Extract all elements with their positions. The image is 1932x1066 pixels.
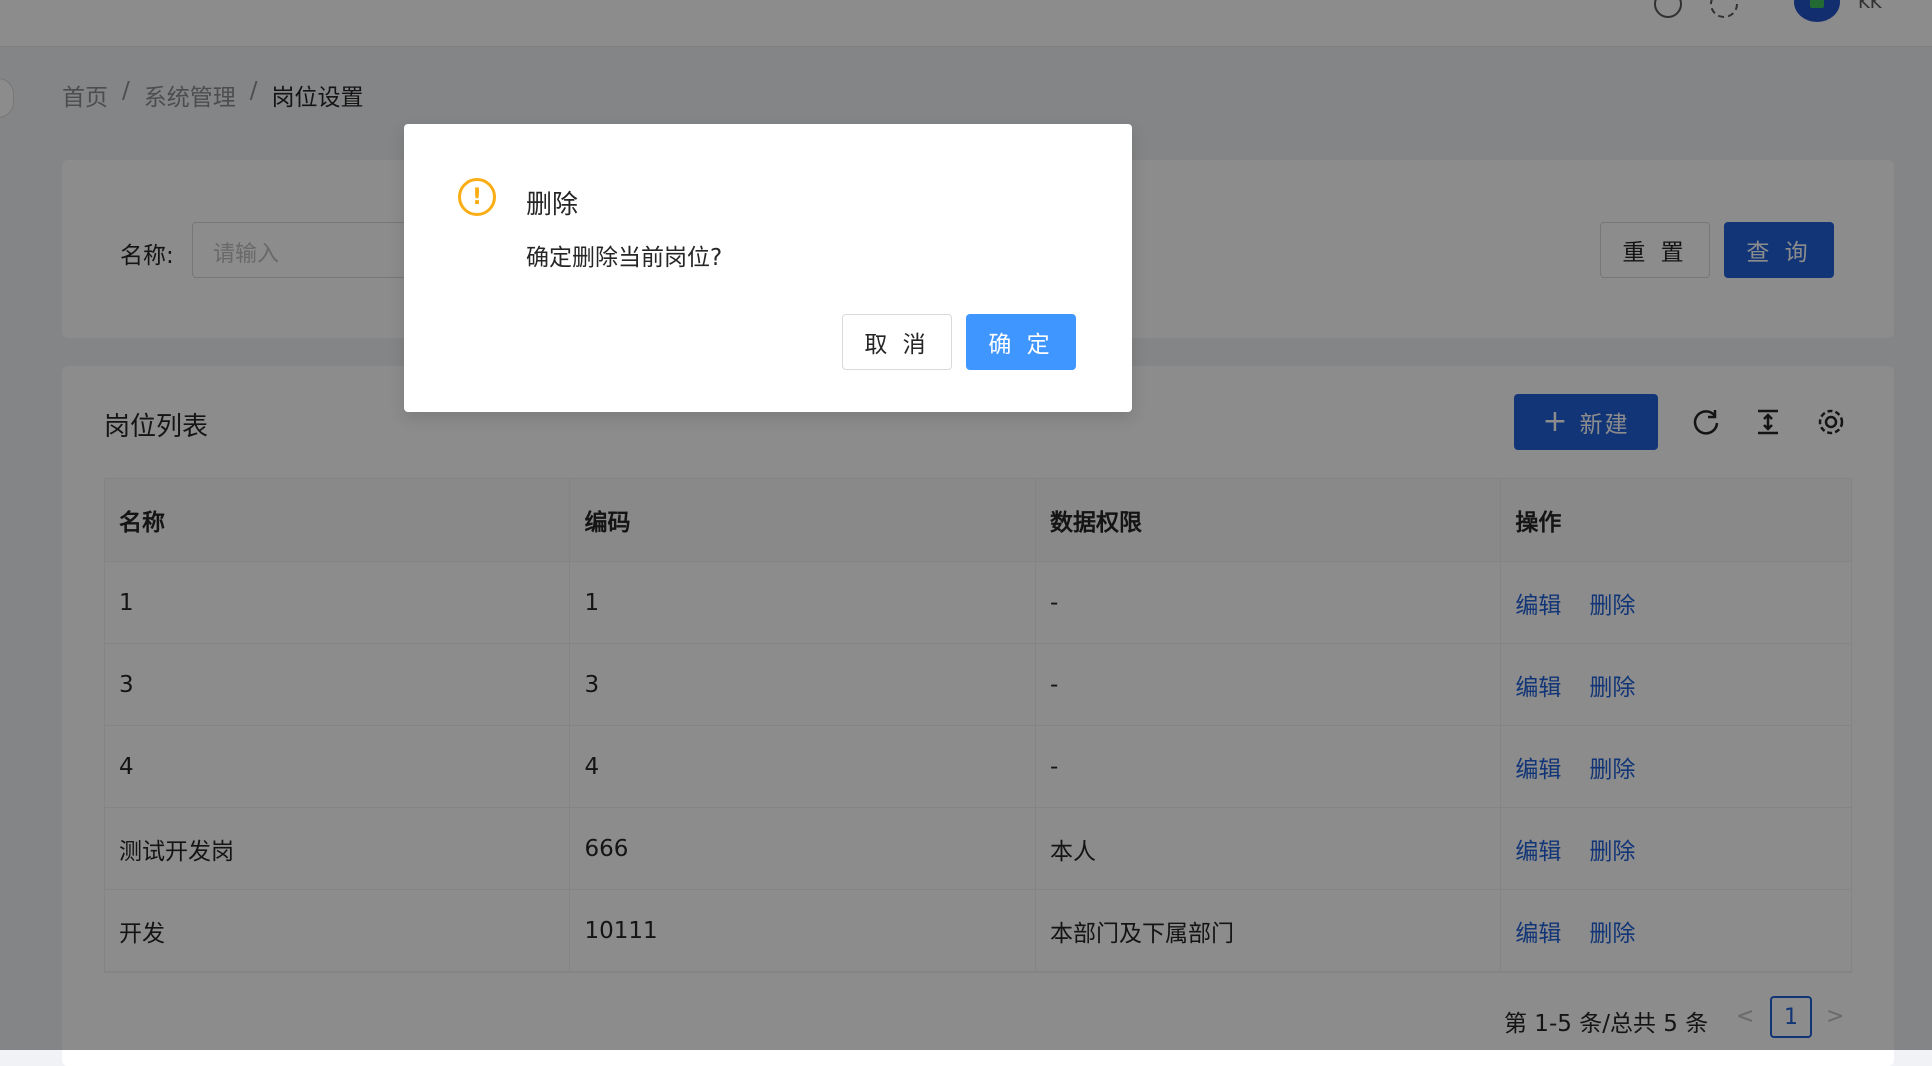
cancel-button[interactable]: 取 消 — [842, 314, 952, 370]
exclamation-circle-icon: ! — [458, 178, 496, 216]
confirm-button[interactable]: 确 定 — [966, 314, 1076, 370]
dialog-title: 删除 — [526, 190, 579, 220]
dialog-message: 确定删除当前岗位? — [526, 245, 723, 271]
